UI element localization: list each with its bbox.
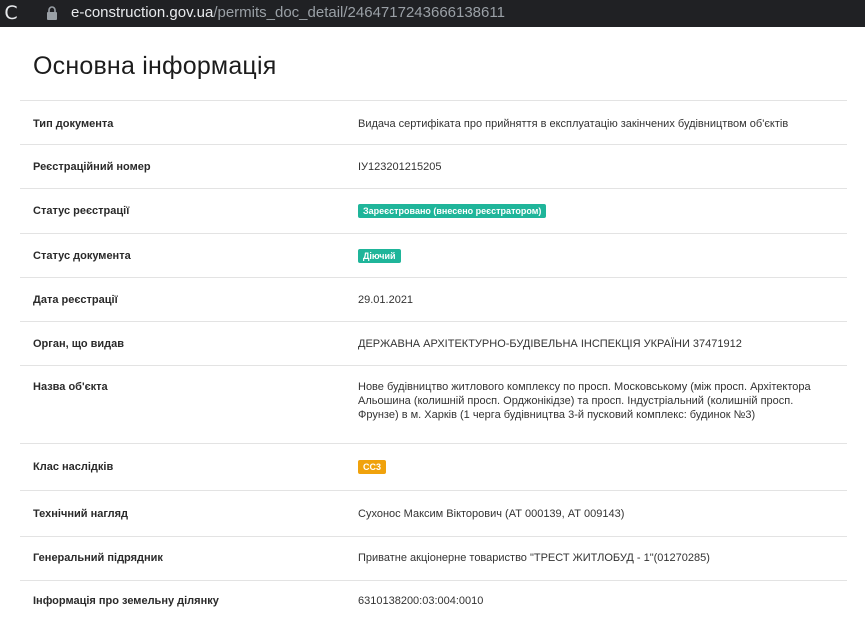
info-row-registration-status: Статус реєстрації Зареєстровано (внесено… — [20, 188, 847, 233]
page-title: Основна інформація — [33, 52, 277, 80]
row-label: Назва об'єкта — [33, 381, 108, 393]
row-label: Технічний нагляд — [33, 508, 129, 520]
url-field[interactable]: e-construction.gov.ua/permits_doc_detail… — [71, 4, 505, 22]
row-label: Дата реєстрації — [33, 294, 118, 306]
lock-icon[interactable] — [45, 6, 59, 21]
reload-icon[interactable]: C — [0, 3, 22, 23]
class-badge: СС3 — [358, 460, 387, 474]
row-value: ДЕРЖАВНА АРХІТЕКТУРНО-БУДІВЕЛЬНА ІНСПЕКЦ… — [358, 338, 742, 350]
row-value: 29.01.2021 — [358, 294, 414, 306]
row-value-container: СС3 — [358, 460, 828, 474]
info-row-consequence-class: Клас наслідків СС3 — [20, 443, 847, 490]
info-row-land-plot: Інформація про земельну ділянку 63101382… — [20, 580, 847, 620]
row-label: Статус реєстрації — [33, 205, 130, 217]
browser-address-bar: C e-construction.gov.ua/permits_doc_deta… — [0, 0, 865, 27]
row-value: Нове будівництво житлового комплексу по … — [358, 381, 811, 421]
row-label: Статус документа — [33, 250, 131, 262]
row-value-container: Діючий — [358, 249, 828, 263]
url-host: e-construction.gov.ua — [71, 4, 214, 21]
info-row-registration-number: Реєстраційний номер ІУ123201215205 — [20, 144, 847, 188]
row-label: Інформація про земельну ділянку — [33, 595, 219, 607]
page-content: Основна інформація Тип документа Видача … — [0, 27, 865, 607]
url-path: /permits_doc_detail/2464717243666138611 — [213, 4, 505, 21]
info-row-document-type: Тип документа Видача сертифіката про при… — [20, 100, 847, 144]
status-badge: Діючий — [358, 249, 401, 263]
row-value: Видача сертифіката про прийняття в експл… — [358, 118, 789, 130]
row-label: Орган, що видав — [33, 338, 125, 350]
info-row-technical-supervision: Технічний нагляд Сухонос Максим Вікторов… — [20, 490, 847, 536]
row-value: Сухонос Максим Вікторович (АТ 000139, АТ… — [358, 508, 625, 520]
info-row-issuing-authority: Орган, що видав ДЕРЖАВНА АРХІТЕКТУРНО-БУ… — [20, 321, 847, 365]
info-row-document-status: Статус документа Діючий — [20, 233, 847, 277]
info-row-general-contractor: Генеральний підрядник Приватне акціонерн… — [20, 536, 847, 580]
row-label: Генеральний підрядник — [33, 552, 163, 564]
row-value: Приватне акціонерне товариство "ТРЕСТ ЖИ… — [358, 552, 710, 564]
status-badge: Зареєстровано (внесено реєстратором) — [358, 204, 547, 218]
row-value-container: Зареєстровано (внесено реєстратором) — [358, 204, 828, 218]
row-label: Тип документа — [33, 118, 114, 130]
info-row-registration-date: Дата реєстрації 29.01.2021 — [20, 277, 847, 321]
row-label: Клас наслідків — [33, 461, 114, 473]
info-table: Тип документа Видача сертифіката про при… — [20, 100, 847, 620]
row-value: ІУ123201215205 — [358, 161, 442, 173]
row-value: 6310138200:03:004:0010 — [358, 595, 484, 607]
row-label: Реєстраційний номер — [33, 161, 151, 173]
info-row-object-name: Назва об'єкта Нове будівництво житлового… — [20, 365, 847, 443]
